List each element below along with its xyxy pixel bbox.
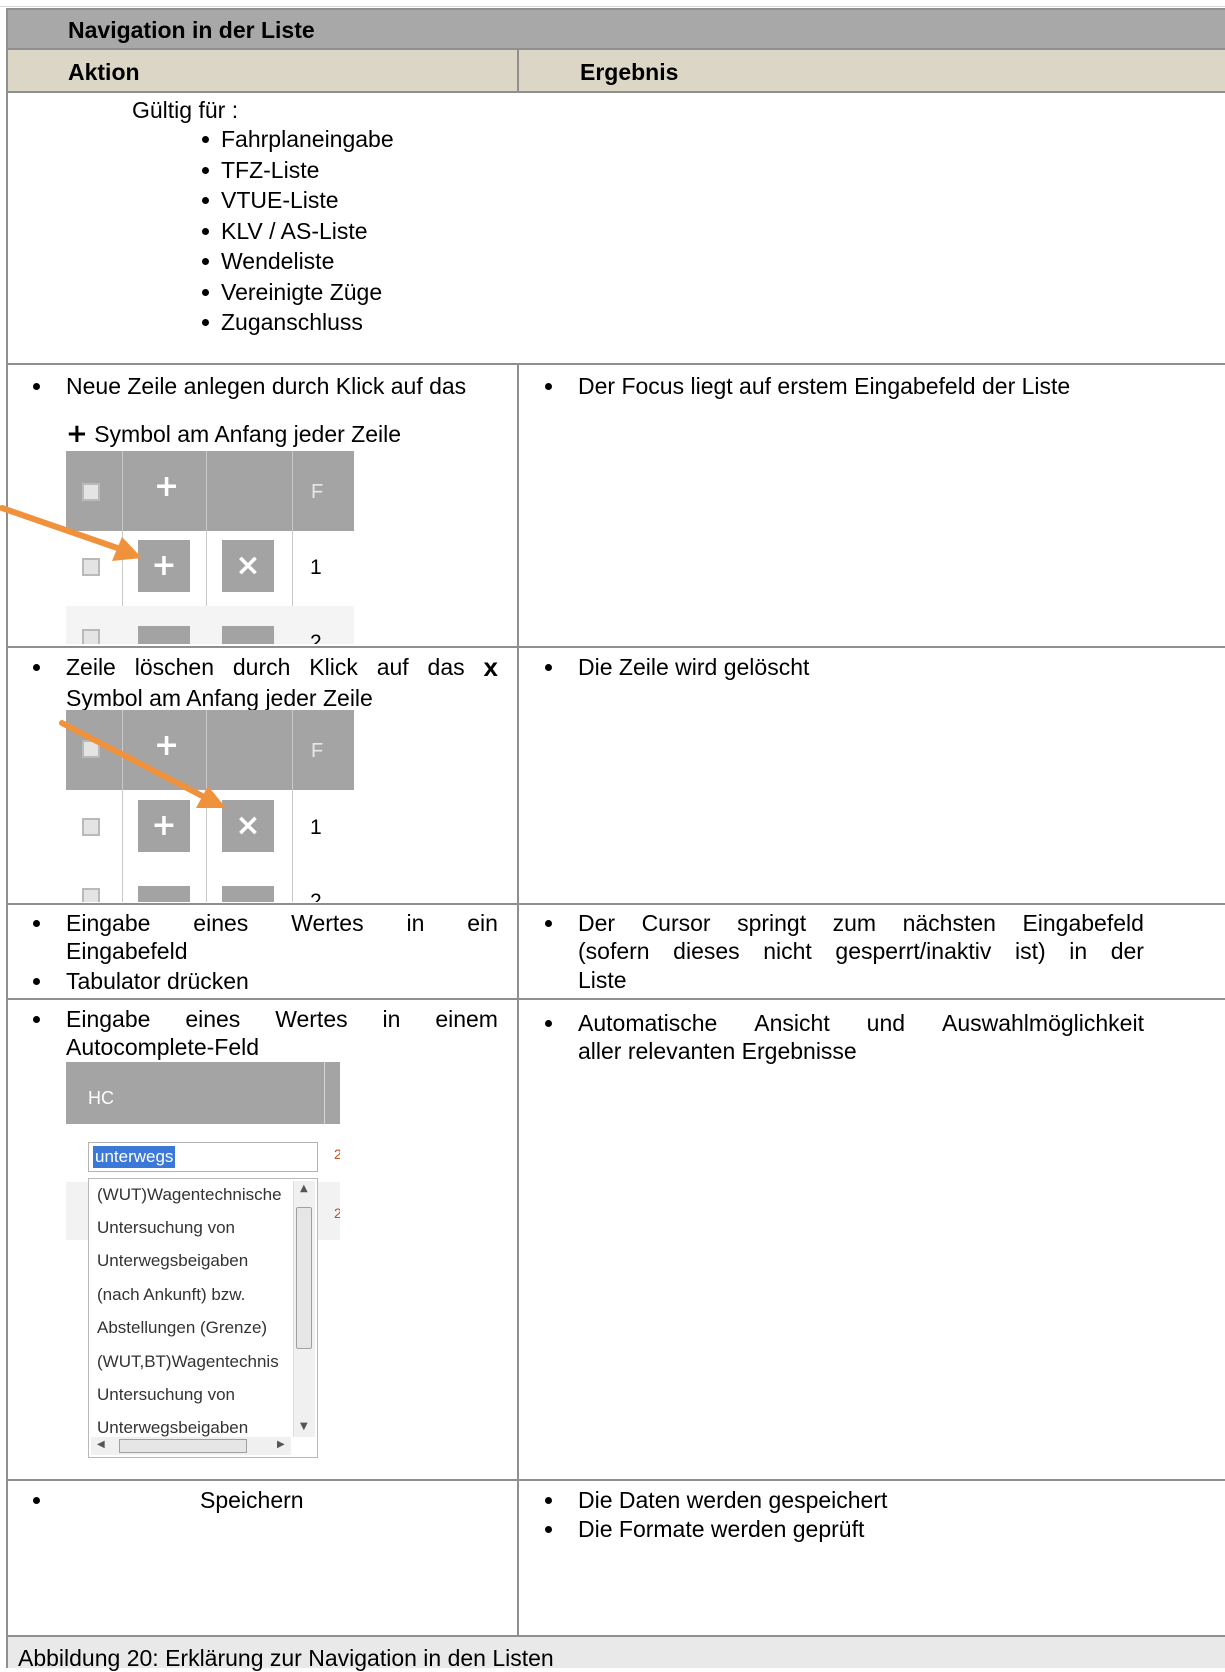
arrow-icon-add: [0, 505, 142, 561]
arrow-icon-delete: [59, 720, 226, 808]
document-page: Navigation in der Liste Aktion Ergebnis …: [0, 0, 1225, 1671]
arrow-icon: [0, 505, 226, 808]
